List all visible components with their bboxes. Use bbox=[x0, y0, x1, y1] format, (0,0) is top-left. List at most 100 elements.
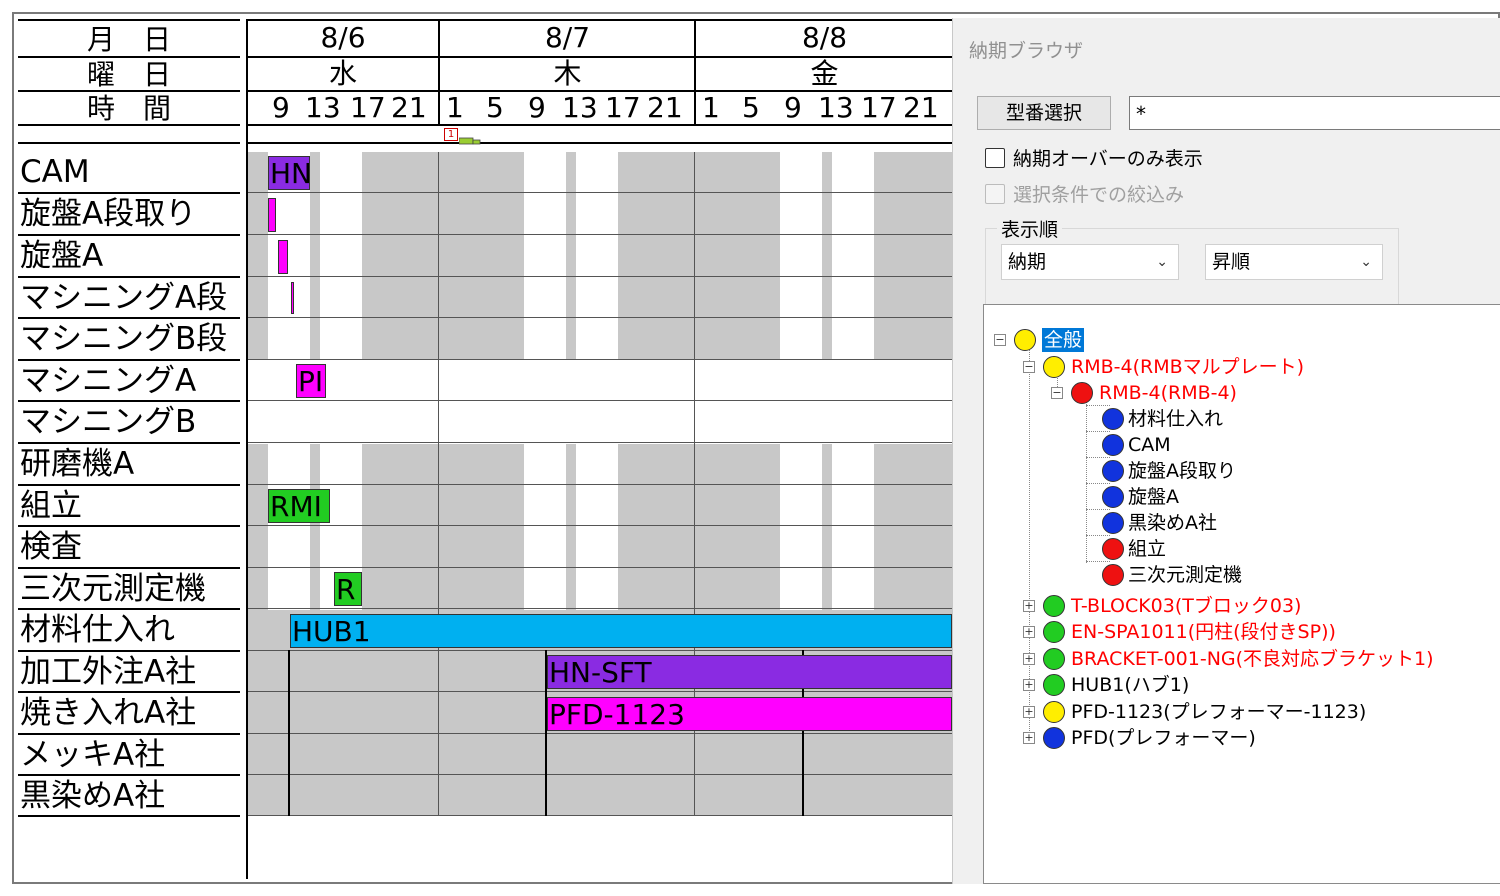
panel-title: 納期ブラウザ bbox=[969, 40, 1084, 62]
resource-label: マシニングA bbox=[20, 363, 197, 399]
status-dot-icon bbox=[1043, 648, 1065, 670]
delivery-truck-icon bbox=[458, 131, 483, 145]
expand-toggle[interactable]: + bbox=[1023, 706, 1035, 718]
overdue-only-checkbox[interactable] bbox=[985, 148, 1005, 168]
tree-node[interactable]: EN-SPA1011(円柱(段付きSP)) bbox=[1071, 620, 1336, 644]
resource-label: マシニングB bbox=[20, 404, 197, 440]
status-dot-icon bbox=[1071, 382, 1093, 404]
hour-label: 13 bbox=[305, 91, 341, 124]
hour-label: 9 bbox=[528, 91, 546, 124]
resource-label: 組立 bbox=[20, 488, 82, 524]
hour-label: 21 bbox=[391, 91, 427, 124]
status-dot-icon bbox=[1043, 727, 1065, 749]
tree-node[interactable]: T-BLOCK03(Tブロック03) bbox=[1071, 594, 1301, 618]
tree-node[interactable]: RMB-4(RMBマルプレート) bbox=[1071, 355, 1304, 379]
tree-node[interactable]: CAM bbox=[1128, 433, 1171, 457]
resource-label: 三次元測定機 bbox=[20, 571, 206, 607]
task-bar[interactable]: RMI bbox=[268, 489, 330, 523]
resource-label: 旋盤A bbox=[20, 238, 104, 274]
header-hours: 時 間 bbox=[86, 92, 171, 125]
tree-node[interactable]: RMB-4(RMB-4) bbox=[1099, 381, 1237, 405]
expand-toggle[interactable]: + bbox=[1023, 679, 1035, 691]
resource-label: 焼き入れA社 bbox=[20, 695, 197, 731]
model-input[interactable]: * bbox=[1129, 96, 1500, 130]
task-bar[interactable] bbox=[268, 198, 276, 232]
model-select-button[interactable]: 型番選択 bbox=[977, 96, 1111, 130]
date-label: 8/6 bbox=[320, 21, 366, 54]
hour-label: 9 bbox=[784, 91, 802, 124]
task-bar[interactable]: HN-SFT bbox=[547, 655, 952, 689]
status-dot-icon bbox=[1043, 674, 1065, 696]
expand-toggle[interactable]: + bbox=[1023, 653, 1035, 665]
weekday-label: 水 bbox=[328, 57, 357, 90]
task-bar[interactable]: PI bbox=[296, 364, 326, 398]
status-dot-icon bbox=[1102, 564, 1124, 586]
expand-toggle[interactable]: + bbox=[1023, 626, 1035, 638]
status-dot-icon bbox=[1043, 621, 1065, 643]
filter-label: 選択条件での絞込み bbox=[1013, 184, 1185, 206]
expand-toggle[interactable]: + bbox=[1023, 732, 1035, 744]
resource-label: 加工外注A社 bbox=[20, 654, 197, 690]
resource-label: 研磨機A bbox=[20, 446, 135, 482]
collapse-toggle[interactable]: − bbox=[1051, 387, 1063, 399]
resource-label: 黒染めA社 bbox=[20, 778, 166, 814]
overdue-only-label: 納期オーバーのみ表示 bbox=[1013, 148, 1203, 170]
sort-field-value: 納期 bbox=[1008, 251, 1047, 273]
collapse-toggle[interactable]: − bbox=[1023, 361, 1035, 373]
sort-group-label: 表示順 bbox=[997, 215, 1063, 242]
task-bar[interactable]: HN bbox=[268, 156, 310, 190]
resource-label: 旋盤A段取り bbox=[20, 196, 197, 232]
resource-label: メッキA社 bbox=[20, 737, 166, 773]
task-bar[interactable] bbox=[291, 282, 294, 314]
hour-label: 21 bbox=[903, 91, 939, 124]
chevron-down-icon: ⌄ bbox=[1360, 254, 1372, 270]
tree-node[interactable]: 黒染めA社 bbox=[1128, 511, 1217, 535]
tree-node[interactable]: 組立 bbox=[1128, 537, 1166, 561]
tree-root[interactable]: 全般 bbox=[1042, 328, 1085, 352]
tree-node[interactable]: 旋盤A bbox=[1128, 485, 1179, 509]
hour-label: 17 bbox=[350, 91, 386, 124]
resource-label: 検査 bbox=[20, 529, 82, 565]
tree-node[interactable]: PFD(プレフォーマー) bbox=[1071, 726, 1256, 750]
task-bar[interactable] bbox=[278, 240, 288, 274]
tree-node[interactable]: 旋盤A段取り bbox=[1128, 459, 1236, 483]
status-dot-icon bbox=[1102, 408, 1124, 430]
sort-field-select[interactable]: 納期 ⌄ bbox=[1001, 244, 1179, 280]
delivery-tree[interactable]: − 全般 − RMB-4(RMBマルプレート) − RMB-4(RMB-4) 材… bbox=[983, 304, 1500, 884]
expand-toggle[interactable]: + bbox=[1023, 600, 1035, 612]
status-dot-icon bbox=[1014, 329, 1036, 351]
date-label: 8/7 bbox=[544, 21, 591, 54]
resource-label: 材料仕入れ bbox=[20, 612, 175, 648]
header-month-day: 月 日 bbox=[86, 23, 171, 56]
weekday-label: 木 bbox=[553, 57, 582, 90]
tree-node[interactable]: 三次元測定機 bbox=[1128, 563, 1242, 587]
task-bar[interactable]: R bbox=[334, 572, 362, 606]
tree-node[interactable]: 材料仕入れ bbox=[1128, 407, 1223, 431]
hour-label: 5 bbox=[486, 91, 504, 124]
sort-order-select[interactable]: 昇順 ⌄ bbox=[1205, 244, 1383, 280]
hour-label: 1 bbox=[446, 91, 464, 124]
sort-order-value: 昇順 bbox=[1212, 251, 1251, 273]
tree-node[interactable]: HUB1(ハブ1) bbox=[1071, 673, 1189, 697]
resource-label: マシニングB段 bbox=[20, 321, 228, 357]
resource-label: CAM bbox=[20, 154, 90, 190]
header-weekday: 曜 日 bbox=[86, 58, 171, 91]
task-bar[interactable]: HUB1 bbox=[290, 614, 952, 648]
weekday-label: 金 bbox=[810, 57, 839, 90]
task-bar[interactable]: PFD-1123 bbox=[547, 697, 952, 731]
hour-label: 13 bbox=[562, 91, 598, 124]
hour-label: 1 bbox=[702, 91, 720, 124]
resource-label: マシニングA段 bbox=[20, 280, 228, 316]
tree-node[interactable]: BRACKET-001-NG(不良対応ブラケット1) bbox=[1071, 647, 1434, 671]
hour-label: 17 bbox=[605, 91, 641, 124]
delivery-browser-panel: 納期ブラウザ 型番選択 * 納期オーバーのみ表示 選択条件での絞込み 表示順 納… bbox=[952, 18, 1500, 884]
tree-node[interactable]: PFD-1123(プレフォーマー-1123) bbox=[1071, 700, 1366, 724]
collapse-toggle[interactable]: − bbox=[994, 334, 1006, 346]
chevron-down-icon: ⌄ bbox=[1156, 254, 1168, 270]
status-dot-icon bbox=[1043, 701, 1065, 723]
hour-label: 9 bbox=[272, 91, 290, 124]
milestone-flag-icon[interactable]: 1 bbox=[444, 128, 458, 141]
status-dot-icon bbox=[1102, 460, 1124, 482]
status-dot-icon bbox=[1102, 538, 1124, 560]
status-dot-icon bbox=[1043, 356, 1065, 378]
